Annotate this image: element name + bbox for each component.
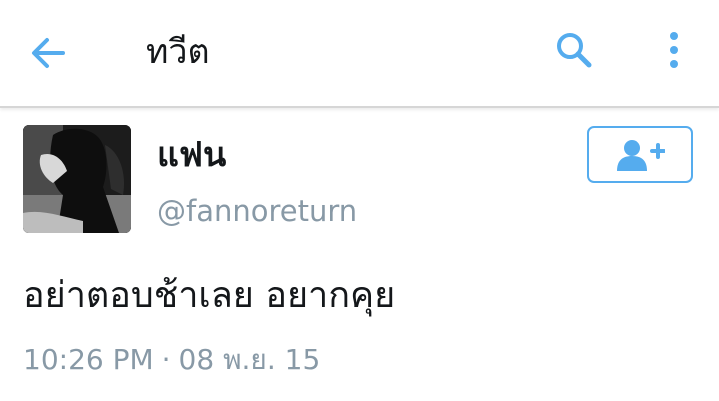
- meta-separator: ·: [161, 343, 171, 376]
- avatar[interactable]: [23, 125, 131, 233]
- avatar-photo: [23, 125, 131, 233]
- arrow-left-icon: [32, 38, 65, 68]
- back-button[interactable]: [22, 27, 74, 79]
- tweet-time: 10:26 PM: [23, 343, 154, 376]
- display-name[interactable]: แฟน: [157, 130, 226, 180]
- tweet-date: 08 พ.ย. 15: [178, 343, 321, 376]
- follow-button[interactable]: [587, 126, 693, 183]
- more-vertical-icon: [670, 32, 678, 68]
- search-icon: [557, 33, 592, 68]
- tweet-text: อย่าตอบช้าเลย อยากคุย: [23, 275, 396, 316]
- user-handle[interactable]: @fannoreturn: [157, 189, 357, 233]
- page-title: ทวีต: [146, 32, 210, 72]
- toolbar: ทวีต: [0, 0, 719, 108]
- overflow-menu-button[interactable]: [654, 24, 694, 76]
- tweet-detail-screen: ทวีต แฟน @fannoreturn อย่าตอบช้าเลย อยาก…: [0, 0, 719, 401]
- add-user-icon: [617, 139, 665, 171]
- search-button[interactable]: [548, 24, 600, 76]
- tweet-timestamp: 10:26 PM · 08 พ.ย. 15: [23, 338, 320, 382]
